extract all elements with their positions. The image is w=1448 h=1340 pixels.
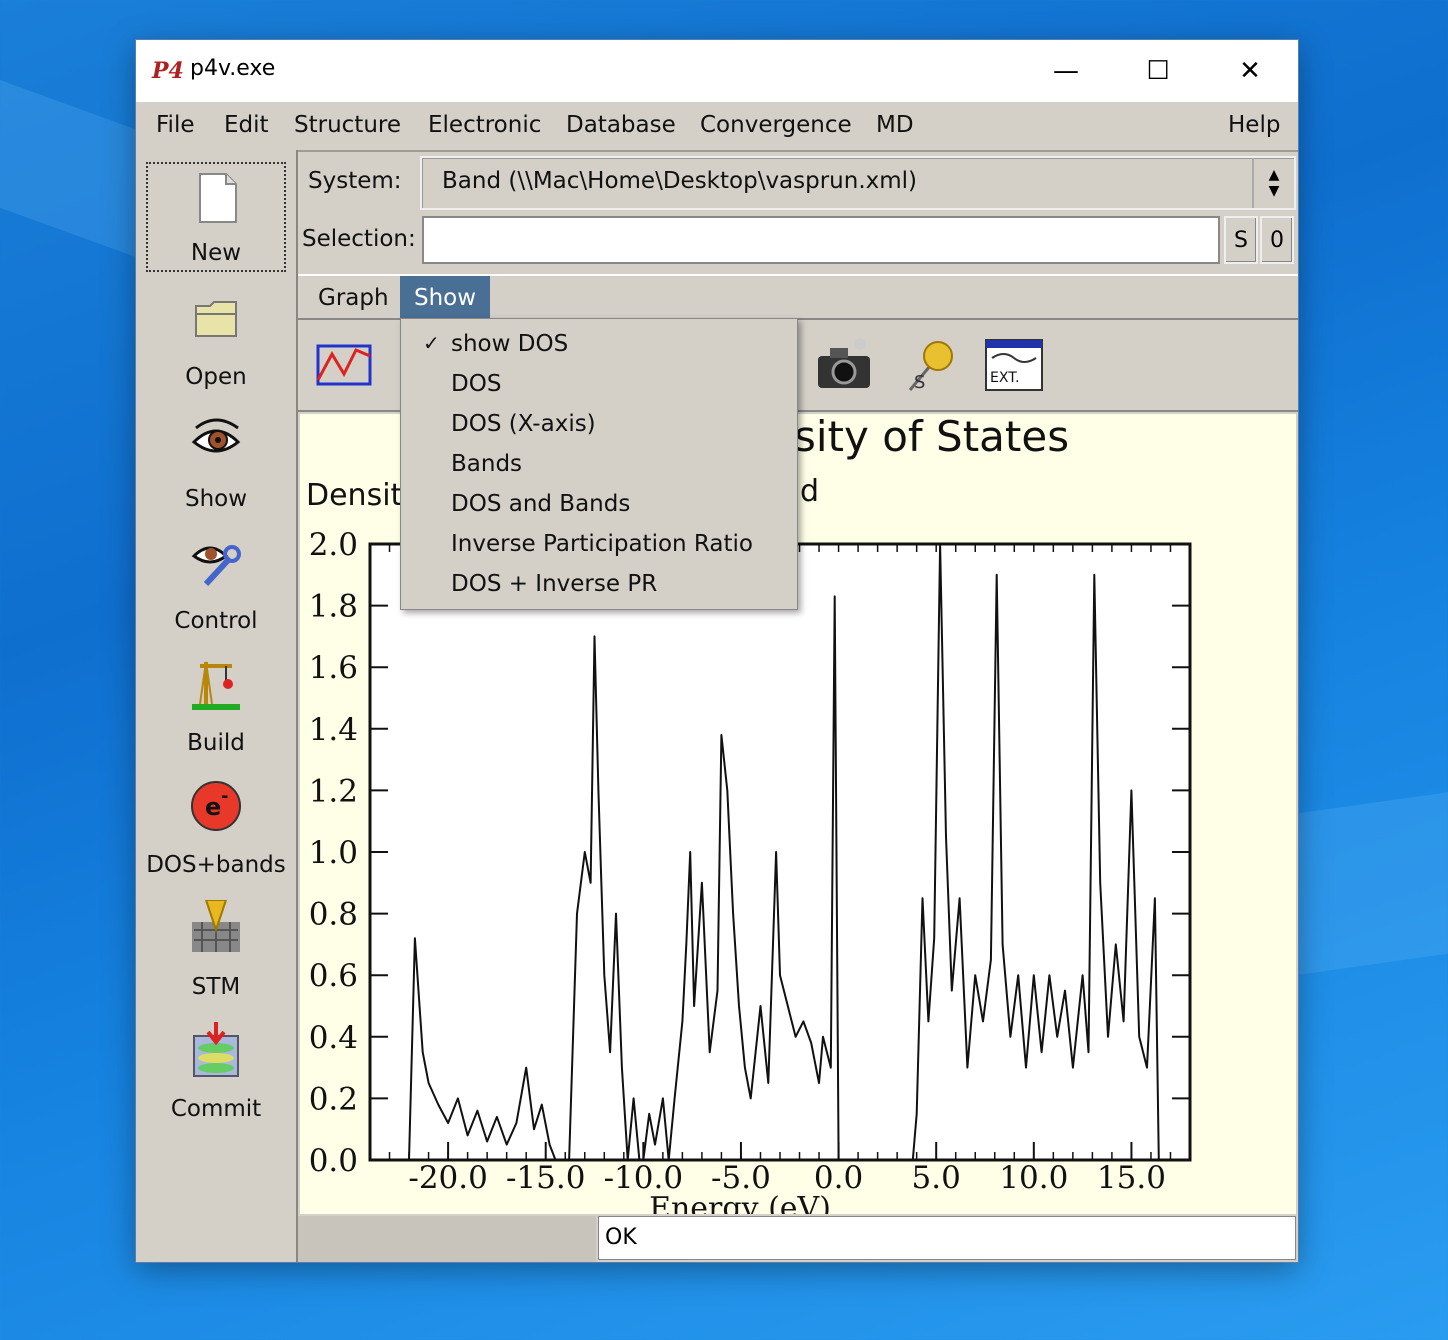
electron-icon: e - bbox=[191, 781, 241, 831]
tool-new-label: New bbox=[190, 240, 242, 266]
show-dropdown-menu: ✓ show DOS DOS DOS (X-axis) Bands DOS an… bbox=[400, 318, 798, 610]
menu-help[interactable]: Help bbox=[1228, 112, 1280, 138]
view-tabs: Graph Show bbox=[298, 274, 1298, 320]
y-tick-label: 1.0 bbox=[309, 835, 358, 871]
dropdown-item-dos[interactable]: DOS bbox=[401, 363, 797, 403]
dropdown-item-bands[interactable]: Bands bbox=[401, 443, 797, 483]
system-selector[interactable]: Band (\\Mac\Home\Desktop\vasprun.xml) ▲ … bbox=[420, 156, 1296, 210]
maximize-button[interactable]: ☐ bbox=[1112, 40, 1204, 102]
selection-label: Selection: bbox=[302, 226, 416, 252]
svg-text:e: e bbox=[205, 793, 221, 821]
tool-stm[interactable]: STM bbox=[146, 894, 286, 1004]
menu-electronic[interactable]: Electronic bbox=[428, 112, 541, 138]
status-message: OK bbox=[598, 1216, 1296, 1260]
crane-icon bbox=[192, 661, 240, 710]
ext-icon-text: EXT. bbox=[990, 370, 1020, 386]
tool-commit[interactable]: Commit bbox=[146, 1016, 286, 1126]
menu-database[interactable]: Database bbox=[566, 112, 676, 138]
eye-wrench-icon bbox=[191, 545, 241, 587]
tool-dos-bands[interactable]: e - DOS+bands bbox=[146, 772, 286, 882]
tool-stm-label: STM bbox=[191, 974, 241, 1000]
selection-s-button[interactable]: S bbox=[1224, 216, 1258, 264]
y-tick-label: 0.8 bbox=[309, 897, 358, 933]
main-content: System: Band (\\Mac\Home\Desktop\vasprun… bbox=[298, 150, 1298, 1262]
tool-open[interactable]: Open bbox=[146, 284, 286, 394]
y-tick-label: 1.6 bbox=[309, 650, 358, 686]
eye-icon bbox=[191, 418, 241, 453]
dropdown-item-dos-x-axis[interactable]: DOS (X-axis) bbox=[401, 403, 797, 443]
spinner-down-icon: ▼ bbox=[1268, 183, 1280, 199]
dropdown-item-dos-and-bands[interactable]: DOS and Bands bbox=[401, 483, 797, 523]
dropdown-item-inverse-participation-ratio[interactable]: Inverse Participation Ratio bbox=[401, 523, 797, 563]
menu-bar: File Edit Structure Electronic Database … bbox=[136, 102, 1298, 152]
tool-dos-bands-label: DOS+bands bbox=[146, 852, 286, 878]
camera-icon[interactable] bbox=[814, 336, 874, 396]
spinner-up-icon: ▲ bbox=[1268, 167, 1280, 183]
x-tick-label: -20.0 bbox=[408, 1160, 488, 1196]
x-tick-label: 5.0 bbox=[912, 1160, 961, 1196]
y-tick-label: 0.0 bbox=[309, 1143, 358, 1179]
tool-build[interactable]: Build bbox=[146, 650, 286, 760]
stm-tip-icon bbox=[192, 900, 240, 952]
status-left-panel bbox=[298, 1216, 596, 1262]
window-title: p4v.exe bbox=[190, 56, 276, 81]
new-document-icon bbox=[199, 173, 237, 223]
tool-sidebar: New Open Show Control Build e - DOS+band… bbox=[136, 150, 298, 1262]
y-tick-label: 0.6 bbox=[309, 958, 358, 994]
checkmark-icon: ✓ bbox=[423, 331, 440, 355]
system-label: System: bbox=[308, 168, 402, 194]
tool-show[interactable]: Show bbox=[146, 406, 286, 516]
minimize-button[interactable]: — bbox=[1020, 40, 1112, 102]
y-tick-label: 2.0 bbox=[309, 527, 358, 563]
y-tick-label: 1.2 bbox=[309, 773, 358, 809]
svg-text:S: S bbox=[914, 372, 925, 393]
selection-input[interactable] bbox=[422, 216, 1220, 264]
ext-window-icon[interactable]: EXT. bbox=[984, 336, 1044, 396]
pushpin-icon[interactable]: S bbox=[900, 336, 960, 396]
menu-file[interactable]: File bbox=[156, 112, 195, 138]
x-tick-label: 10.0 bbox=[999, 1160, 1068, 1196]
menu-md[interactable]: MD bbox=[876, 112, 914, 138]
graph-line-icon[interactable] bbox=[314, 336, 374, 396]
menu-convergence[interactable]: Convergence bbox=[700, 112, 852, 138]
y-tick-label: 1.8 bbox=[309, 589, 358, 625]
status-bar: OK bbox=[298, 1216, 1298, 1262]
x-tick-label: 15.0 bbox=[1097, 1160, 1166, 1196]
system-value: Band (\\Mac\Home\Desktop\vasprun.xml) bbox=[442, 168, 918, 194]
tool-open-label: Open bbox=[185, 364, 247, 390]
tab-graph[interactable]: Graph bbox=[304, 276, 403, 320]
folder-icon bbox=[195, 301, 237, 337]
y-tick-label: 0.4 bbox=[309, 1020, 358, 1056]
x-axis-label: Energy (eV) bbox=[649, 1191, 831, 1214]
x-tick-label: -15.0 bbox=[506, 1160, 585, 1196]
tool-control-label: Control bbox=[174, 608, 258, 634]
plot-frame bbox=[368, 542, 1192, 1162]
dropdown-item-dos-inverse-pr[interactable]: DOS + Inverse PR bbox=[401, 563, 797, 603]
system-spinner[interactable]: ▲ ▼ bbox=[1252, 158, 1294, 208]
y-tick-label: 0.2 bbox=[309, 1081, 358, 1117]
p4v-app-icon: P4 bbox=[152, 58, 184, 84]
tool-control[interactable]: Control bbox=[146, 528, 286, 638]
title-bar: P4 p4v.exe — ☐ ✕ bbox=[136, 40, 1298, 102]
tool-new[interactable]: New bbox=[146, 162, 286, 272]
tool-build-label: Build bbox=[187, 730, 245, 756]
dropdown-item-show-dos[interactable]: ✓ show DOS bbox=[401, 323, 797, 363]
database-commit-icon bbox=[193, 1022, 239, 1077]
svg-text:-: - bbox=[221, 786, 228, 807]
y-tick-label: 1.4 bbox=[309, 712, 358, 748]
selection-0-button[interactable]: 0 bbox=[1260, 216, 1294, 264]
menu-edit[interactable]: Edit bbox=[224, 112, 269, 138]
tab-show[interactable]: Show bbox=[400, 276, 491, 320]
close-button[interactable]: ✕ bbox=[1204, 40, 1296, 102]
app-window: P4 p4v.exe — ☐ ✕ File Edit Structure Ele… bbox=[136, 40, 1298, 1262]
tool-commit-label: Commit bbox=[170, 1096, 262, 1122]
menu-structure[interactable]: Structure bbox=[294, 112, 401, 138]
tool-show-label: Show bbox=[184, 486, 248, 512]
